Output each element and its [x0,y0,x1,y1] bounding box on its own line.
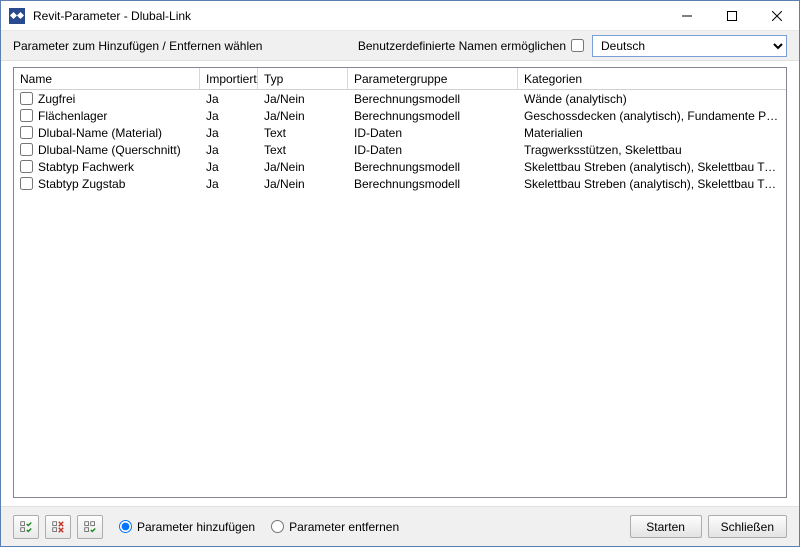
maximize-button[interactable] [709,1,754,30]
row-checkbox[interactable] [20,177,33,190]
cell-param-group: Berechnungsmodell [348,160,518,174]
close-dialog-button[interactable]: Schließen [708,515,787,538]
col-header-param-group[interactable]: Parametergruppe [348,68,518,89]
table-row[interactable]: Flächenlager JaJa/NeinBerechnungsmodellGe… [14,107,786,124]
close-button[interactable] [754,1,799,30]
row-checkbox[interactable] [20,126,33,139]
language-select[interactable]: Deutsch [592,35,787,57]
user-defined-names-checkbox[interactable] [571,39,584,52]
table-row[interactable]: Dlubal-Name (Material) JaTextID-DatenMate… [14,124,786,141]
cell-param-group: ID-Daten [348,143,518,157]
minimize-icon [682,11,692,21]
row-name-label: Flächenlager [38,109,107,123]
cell-name: Dlubal-Name (Querschnitt) [14,143,200,157]
cell-name: Stabtyp Zugstab [14,177,200,191]
user-defined-names-label: Benutzerdefinierte Namen ermöglichen [358,39,566,53]
row-name-label: Dlubal-Name (Querschnitt) [38,143,181,157]
cell-type: Text [258,143,348,157]
row-checkbox[interactable] [20,92,33,105]
cell-categories: Geschossdecken (analytisch), Fundamente … [518,109,786,123]
top-toolbar: Parameter zum Hinzufügen / Entfernen wäh… [1,31,799,61]
radio-remove-option[interactable]: Parameter entfernen [271,520,399,534]
cell-name: Zugfrei [14,92,200,106]
toggle-selection-icon [84,519,96,535]
table-row[interactable]: Stabtyp Zugstab JaJa/NeinBerechnungsmodel… [14,175,786,192]
cell-param-group: Berechnungsmodell [348,92,518,106]
select-all-button[interactable] [13,515,39,539]
cell-type: Ja/Nein [258,160,348,174]
cell-type: Ja/Nein [258,109,348,123]
cell-categories: Skelettbau Streben (analytisch), Skelett… [518,160,786,174]
radio-add-label: Parameter hinzufügen [137,520,255,534]
col-header-type[interactable]: Typ [258,68,348,89]
row-checkbox[interactable] [20,160,33,173]
row-checkbox[interactable] [20,109,33,122]
cell-imported: Ja [200,160,258,174]
cell-name: Dlubal-Name (Material) [14,126,200,140]
row-checkbox[interactable] [20,143,33,156]
table-header-row: Name Importiert Typ Parametergruppe Kate… [14,68,786,90]
cell-imported: Ja [200,109,258,123]
row-name-label: Stabtyp Zugstab [38,177,125,191]
table-row[interactable]: Stabtyp Fachwerk JaJa/NeinBerechnungsmode… [14,158,786,175]
toggle-selection-button[interactable] [77,515,103,539]
radio-remove[interactable] [271,520,284,533]
cell-type: Ja/Nein [258,92,348,106]
cell-categories: Materialien [518,126,786,140]
start-button[interactable]: Starten [630,515,702,538]
maximize-icon [727,11,737,21]
parameter-table: Name Importiert Typ Parametergruppe Kate… [13,67,787,498]
select-params-label: Parameter zum Hinzufügen / Entfernen wäh… [13,39,358,53]
window-controls [664,1,799,30]
cell-imported: Ja [200,126,258,140]
mode-radio-group: Parameter hinzufügen Parameter entfernen [119,520,399,534]
minimize-button[interactable] [664,1,709,30]
cell-param-group: ID-Daten [348,126,518,140]
user-defined-names-option[interactable]: Benutzerdefinierte Namen ermöglichen [358,39,584,53]
cell-type: Ja/Nein [258,177,348,191]
bottom-toolbar: Parameter hinzufügen Parameter entfernen… [1,506,799,546]
title-bar: Revit-Parameter - Dlubal-Link [1,1,799,31]
col-header-name[interactable]: Name [14,68,200,89]
cell-imported: Ja [200,92,258,106]
cell-imported: Ja [200,143,258,157]
cell-type: Text [258,126,348,140]
close-icon [772,11,782,21]
col-header-categories[interactable]: Kategorien [518,68,786,89]
select-all-icon [20,519,32,535]
table-row[interactable]: Zugfrei JaJa/NeinBerechnungsmodellWände (… [14,90,786,107]
cell-param-group: Berechnungsmodell [348,177,518,191]
radio-add-option[interactable]: Parameter hinzufügen [119,520,255,534]
table-body: ZugfreiJaJa/NeinBerechnungsmodellWände (… [14,90,786,497]
radio-add[interactable] [119,520,132,533]
cell-name: Flächenlager [14,109,200,123]
cell-param-group: Berechnungsmodell [348,109,518,123]
deselect-all-button[interactable] [45,515,71,539]
window-title: Revit-Parameter - Dlubal-Link [33,9,664,23]
cell-imported: Ja [200,177,258,191]
cell-categories: Wände (analytisch) [518,92,786,106]
table-row[interactable]: Dlubal-Name (Querschnitt) JaTextID-DatenT… [14,141,786,158]
row-name-label: Stabtyp Fachwerk [38,160,134,174]
window: Revit-Parameter - Dlubal-Link Parameter … [0,0,800,547]
row-name-label: Zugfrei [38,92,75,106]
cell-categories: Skelettbau Streben (analytisch), Skelett… [518,177,786,191]
app-icon [9,8,25,24]
radio-remove-label: Parameter entfernen [289,520,399,534]
cell-categories: Tragwerksstützen, Skelettbau [518,143,786,157]
cell-name: Stabtyp Fachwerk [14,160,200,174]
deselect-all-icon [52,519,64,535]
col-header-imported[interactable]: Importiert [200,68,258,89]
row-name-label: Dlubal-Name (Material) [38,126,162,140]
